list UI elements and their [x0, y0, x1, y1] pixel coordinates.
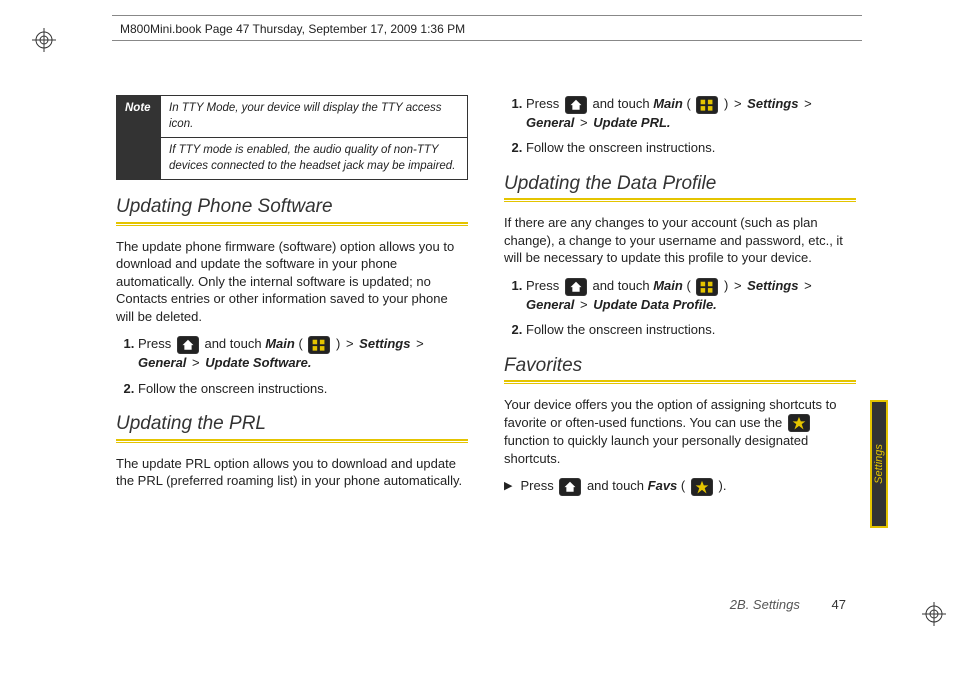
menu-update-data-profile: Update Data Profile.: [593, 297, 717, 312]
header-rule: [112, 40, 862, 41]
menu-main: Main: [265, 336, 295, 351]
step-text: ): [720, 278, 732, 293]
breadcrumb-sep: >: [802, 278, 814, 293]
step-text: and touch: [587, 478, 648, 493]
step-text: (: [298, 336, 306, 351]
breadcrumb-sep: >: [578, 297, 590, 312]
side-tab-settings: Settings: [870, 400, 888, 528]
note-text-1: In TTY Mode, your device will display th…: [161, 96, 468, 138]
menu-favs: Favs: [648, 478, 678, 493]
menu-settings: Settings: [747, 96, 798, 111]
menu-update-prl: Update PRL.: [593, 115, 670, 130]
steps-list: Press and touch Main ( ) > Settings > Ge…: [116, 335, 468, 397]
main-menu-icon: [308, 336, 330, 354]
home-key-icon: [177, 336, 199, 354]
menu-general: General: [138, 355, 186, 370]
page-content: Note In TTY Mode, your device will displ…: [116, 95, 856, 605]
heading-favorites: Favorites: [504, 353, 856, 379]
heading-updating-data-profile: Updating the Data Profile: [504, 171, 856, 197]
step-text: and touch: [592, 278, 653, 293]
step-1: Press and touch Main ( ) > Settings > Ge…: [138, 335, 468, 371]
steps-list: Press and touch Main ( ) > Settings > Ge…: [504, 277, 856, 339]
heading-rule: [116, 439, 468, 443]
home-key-icon: [565, 278, 587, 296]
menu-update-software: Update Software.: [205, 355, 311, 370]
breadcrumb-sep: >: [732, 278, 744, 293]
main-menu-icon: [696, 96, 718, 114]
favs-icon: [788, 414, 810, 432]
body-text: The update phone firmware (software) opt…: [116, 238, 468, 326]
heading-rule: [504, 380, 856, 384]
breadcrumb-sep: >: [802, 96, 814, 111]
breadcrumb-sep: >: [578, 115, 590, 130]
registration-mark-icon: [32, 28, 56, 52]
step-1: Press and touch Main ( ) > Settings > Ge…: [526, 277, 856, 313]
home-key-icon: [559, 478, 581, 496]
registration-mark-icon: [922, 602, 946, 626]
step-text: Press: [526, 96, 563, 111]
main-menu-icon: [696, 278, 718, 296]
menu-settings: Settings: [359, 336, 410, 351]
step-2: Follow the onscreen instructions.: [526, 139, 856, 157]
note-text-2: If TTY mode is enabled, the audio qualit…: [161, 138, 468, 180]
bullet-step: ▶ Press and touch Favs ( ).: [504, 477, 856, 496]
footer-section: 2B. Settings: [730, 597, 800, 612]
step-2: Follow the onscreen instructions.: [526, 321, 856, 339]
step-1: Press and touch Main ( ) > Settings > Ge…: [526, 95, 856, 131]
note-label: Note: [117, 96, 161, 180]
heading-rule: [504, 198, 856, 202]
page-number: 47: [832, 597, 846, 612]
header-rule: [112, 15, 862, 16]
menu-general: General: [526, 115, 574, 130]
step-text: Press: [520, 478, 557, 493]
heading-rule: [116, 222, 468, 226]
step-text: Press: [138, 336, 175, 351]
body-text-part: function to quickly launch your personal…: [504, 433, 808, 466]
home-key-icon: [565, 96, 587, 114]
step-text: ).: [715, 478, 727, 493]
body-text-part: Your device offers you the option of ass…: [504, 397, 836, 430]
menu-main: Main: [653, 278, 683, 293]
right-column: Press and touch Main ( ) > Settings > Ge…: [504, 95, 856, 605]
left-column: Note In TTY Mode, your device will displ…: [116, 95, 468, 605]
step-text: ): [720, 96, 732, 111]
step-text: and touch: [204, 336, 265, 351]
triangle-bullet-icon: ▶: [504, 479, 512, 494]
step-text: (: [681, 478, 689, 493]
side-tab-label: Settings: [873, 444, 885, 484]
body-text: The update PRL option allows you to down…: [116, 455, 468, 490]
breadcrumb-sep: >: [344, 336, 356, 351]
breadcrumb-sep: >: [414, 336, 426, 351]
menu-settings: Settings: [747, 278, 798, 293]
page-footer: 2B. Settings 47: [730, 597, 846, 612]
body-text: Your device offers you the option of ass…: [504, 396, 856, 467]
breadcrumb-sep: >: [732, 96, 744, 111]
heading-updating-phone-software: Updating Phone Software: [116, 194, 468, 220]
step-text: (: [686, 278, 694, 293]
step-text: Press: [526, 278, 563, 293]
menu-general: General: [526, 297, 574, 312]
menu-main: Main: [653, 96, 683, 111]
note-box: Note In TTY Mode, your device will displ…: [116, 95, 468, 180]
steps-list: Press and touch Main ( ) > Settings > Ge…: [504, 95, 856, 157]
step-text: and touch: [592, 96, 653, 111]
favs-icon: [691, 478, 713, 496]
heading-updating-prl: Updating the PRL: [116, 411, 468, 437]
breadcrumb-sep: >: [190, 355, 202, 370]
step-text: ): [332, 336, 344, 351]
step-2: Follow the onscreen instructions.: [138, 380, 468, 398]
header-meta: M800Mini.book Page 47 Thursday, Septembe…: [120, 22, 465, 36]
step-text: (: [686, 96, 694, 111]
body-text: If there are any changes to your account…: [504, 214, 856, 267]
